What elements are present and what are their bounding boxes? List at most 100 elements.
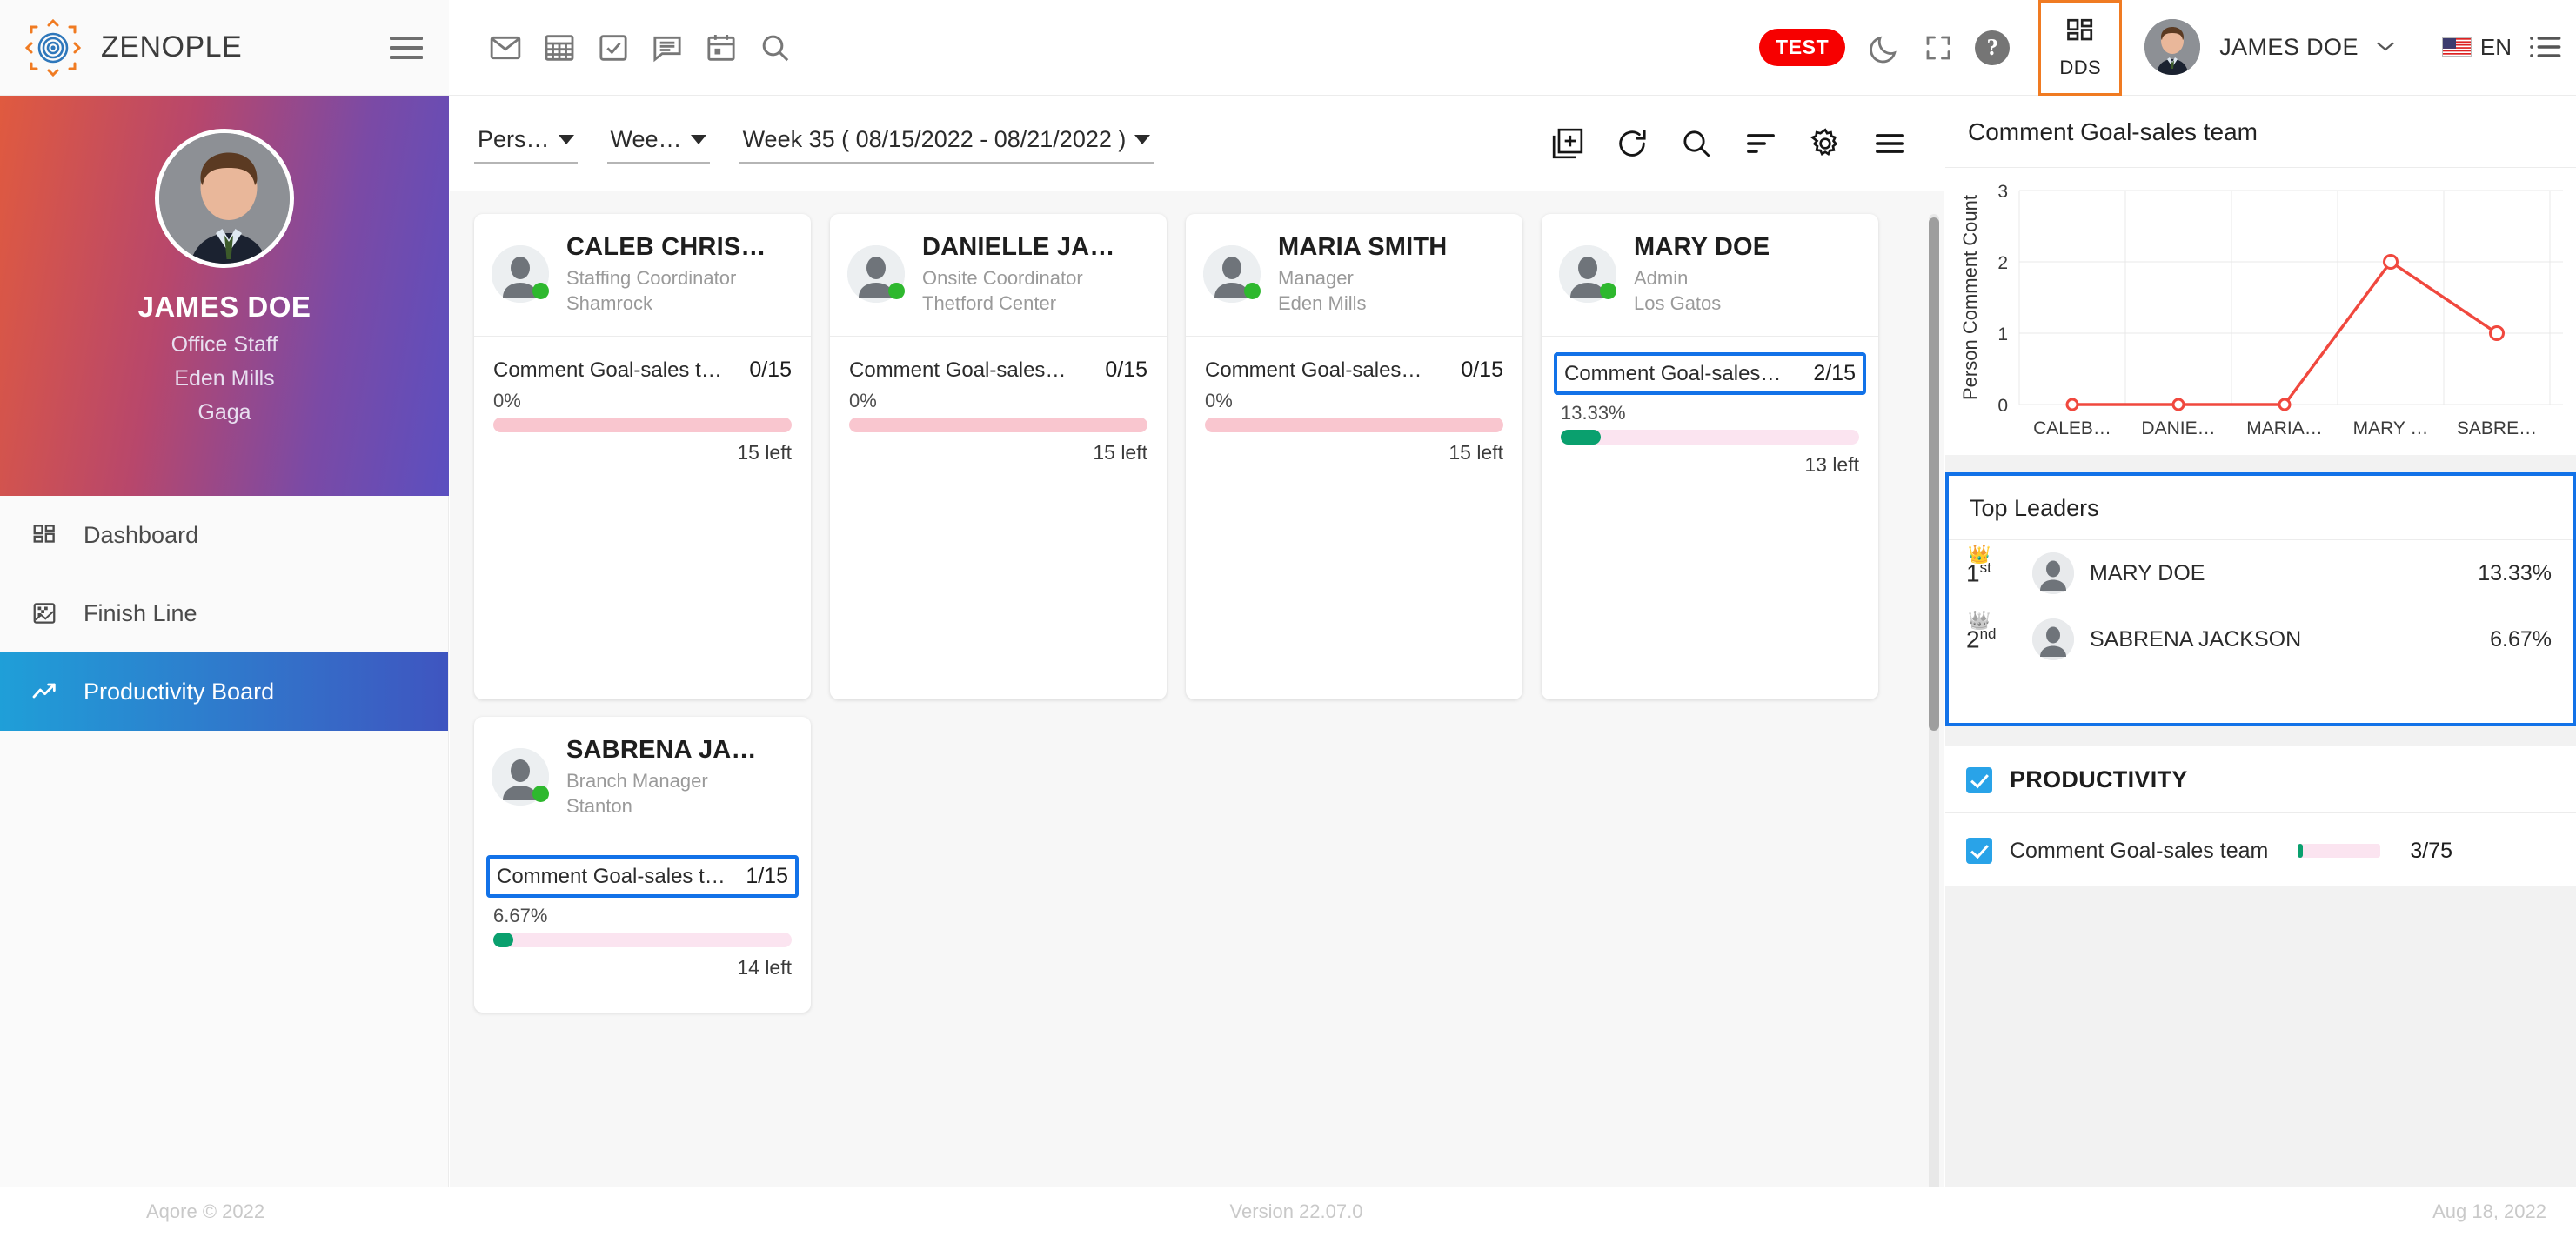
goal-percent: 0% [1205,390,1233,411]
person-card[interactable]: MARY DOE Admin Los Gatos Comment Goal-sa… [1542,214,1878,699]
person-card[interactable]: DANIELLE JA… Onsite Coordinator Thetford… [830,214,1167,699]
week-filter-select[interactable]: Wee… [606,123,710,164]
status-badge [888,283,905,299]
search-icon[interactable] [748,21,802,75]
date-range-select[interactable]: Week 35 ( 08/15/2022 - 08/21/2022 ) [739,123,1154,164]
svg-text:MARIA…: MARIA… [2246,418,2323,438]
sidebar-item-label: Finish Line [84,599,197,626]
goal-progress-bar [849,418,1147,432]
goal-count: 0/15 [1105,358,1147,382]
language-label: EN [2479,33,2512,60]
filter-bar: Pers… Wee… Week 35 ( 08/15/2022 - 08/21/… [450,96,1944,191]
goal-row[interactable]: Comment Goal-sales… 0/15 [849,358,1147,383]
avatar [2144,19,2201,75]
status-badge [1244,283,1261,299]
person-card-header: SABRENA JA… Branch Manager Stanton [474,717,811,839]
leader-name: SABRENA JACKSON [2090,626,2302,652]
leader-row[interactable]: 👑 2nd SABRENA JACKSON 6.67% [1949,606,2573,672]
goal-row-selected[interactable]: Comment Goal-sales… 2/15 [1554,352,1866,395]
person-cards-area: CALEB CHRIS… Staffing Coordinator Shamro… [450,191,1944,1237]
dashboard-grid-icon [30,520,59,550]
refresh-icon[interactable] [1607,118,1657,169]
scrollbar-thumb[interactable] [1929,217,1939,731]
moon-icon[interactable] [1857,21,1911,75]
person-location: Shamrock [566,292,653,314]
right-sidebar-toggle[interactable] [2512,0,2576,95]
sidebar-item-finish-line[interactable]: Finish Line [0,574,448,652]
help-icon[interactable]: ? [1965,21,2019,75]
person-role: Manager [1278,267,1354,289]
sidebar-item-dashboard[interactable]: Dashboard [0,496,448,574]
dds-button[interactable]: DDS [2038,0,2123,96]
person-role: Admin [1634,267,1689,289]
person-card-body: Comment Goal-sales… 2/15 13.33% 13 left [1542,336,1878,699]
search-icon[interactable] [1671,118,1722,169]
productivity-row-count: 3/75 [2410,838,2452,863]
avatar [1559,245,1616,303]
svg-text:DANIE…: DANIE… [2141,418,2215,438]
person-card-header: DANIELLE JA… Onsite Coordinator Thetford… [830,214,1167,336]
person-location: Los Gatos [1634,292,1722,314]
goal-row-selected[interactable]: Comment Goal-sales te… 1/15 [486,855,799,898]
chat-icon[interactable] [640,21,694,75]
person-role: Staffing Coordinator [566,267,737,289]
radial-target-icon [24,18,82,77]
goal-label: Comment Goal-sales t… [493,358,722,382]
right-panel: Comment Goal-sales team 3 2 1 0 Person C… [1945,96,2576,1237]
person-filter-select[interactable]: Pers… [474,123,578,164]
chart-card: Comment Goal-sales team 3 2 1 0 Person C… [1945,96,2576,455]
person-card[interactable]: CALEB CHRIS… Staffing Coordinator Shamro… [474,214,811,699]
fullscreen-icon[interactable] [1911,21,1965,75]
language-selector[interactable]: EN [2441,33,2512,61]
line-chart[interactable]: 3 2 1 0 Person Comment Count CALEB… DANI… [1945,168,2576,455]
leader-percent: 6.67% [2490,626,2552,652]
goal-row[interactable]: Comment Goal-sales t… 0/15 [493,358,792,383]
user-menu[interactable]: JAMES DOE EN [2122,0,2576,96]
person-card[interactable]: SABRENA JA… Branch Manager Stanton Comme… [474,717,811,1013]
goal-count: 2/15 [1813,361,1856,385]
goal-row[interactable]: Comment Goal-sales… 0/15 [1205,358,1503,383]
svg-text:1: 1 [1997,324,2008,344]
productivity-row-checkbox[interactable] [1966,838,1992,864]
top-leaders-title: Top Leaders [1949,476,2573,540]
calendar-icon[interactable] [694,21,748,75]
leader-row[interactable]: 👑 1st MARY DOE 13.33% [1949,540,2573,606]
avatar [492,245,549,303]
person-location: Stanton [566,795,632,817]
status-badge [532,786,549,802]
add-board-icon[interactable] [1542,118,1593,169]
productivity-checkbox[interactable] [1966,766,1992,793]
goal-remaining: 15 left [1449,441,1503,464]
sidebar-profile: JAMES DOE Office Staff Eden Mills Gaga [0,96,449,496]
avatar [492,748,549,806]
chevron-down-icon [690,135,706,144]
mail-icon[interactable] [478,21,532,75]
test-badge[interactable]: TEST [1759,29,1846,66]
week-filter-value: Wee… [610,126,682,152]
productivity-row[interactable]: Comment Goal-sales team 3/75 [1945,813,2576,886]
chevron-down-icon[interactable] [2374,36,2397,58]
person-cards-grid: CALEB CHRIS… Staffing Coordinator Shamro… [474,214,1892,1013]
goal-label: Comment Goal-sales… [1564,362,1782,385]
trend-up-icon [30,677,59,706]
person-card[interactable]: MARIA SMITH Manager Eden Mills Comment G… [1186,214,1522,699]
chevron-down-icon [1134,135,1151,144]
goal-progress-bar [493,933,792,947]
person-name: CALEB CHRIS… [566,233,766,261]
svg-text:CALEB…: CALEB… [2033,418,2111,438]
hamburger-icon[interactable] [1864,118,1915,169]
sidebar-item-productivity-board[interactable]: Productivity Board [0,652,448,731]
person-card-header: CALEB CHRIS… Staffing Coordinator Shamro… [474,214,811,336]
task-check-icon[interactable] [586,21,640,75]
goal-progress-bar [1205,418,1503,432]
sidebar-toggle-button[interactable] [390,36,423,59]
top-leaders-card: Top Leaders 👑 1st MARY DOE 13.33% 👑 2nd … [1945,472,2576,726]
sort-icon[interactable] [1736,118,1786,169]
brand-name: ZENOPLE [101,30,243,64]
goal-percent: 0% [493,390,521,411]
calculator-icon[interactable] [532,21,586,75]
user-name: JAMES DOE [2219,33,2359,60]
goal-percent: 0% [849,390,877,411]
gear-icon[interactable] [1800,118,1850,169]
goal-remaining: 15 left [1093,441,1147,464]
